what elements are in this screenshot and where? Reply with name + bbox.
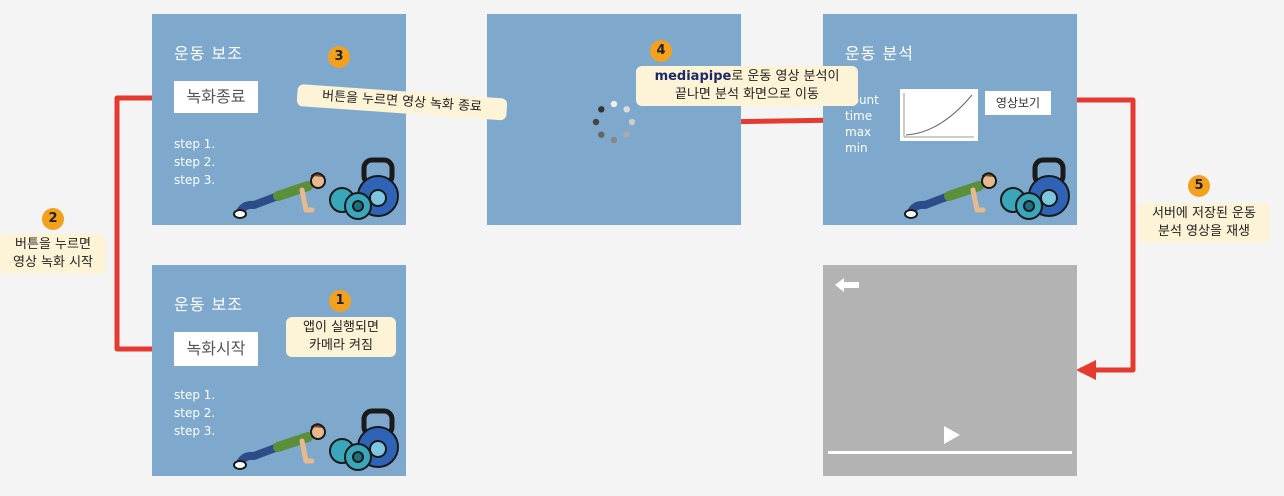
callout-line: 분석 영상을 재생	[1158, 224, 1250, 239]
back-arrow-icon[interactable]	[835, 278, 859, 292]
step-badge-4: 4	[650, 40, 672, 62]
step-item: step 1.	[174, 137, 216, 151]
watch-video-button[interactable]: 영상보기	[985, 91, 1051, 115]
callout-5: 서버에 저장된 운동 분석 영상을 재생	[1138, 203, 1270, 243]
dumbbell-kettlebell-icon	[329, 157, 399, 220]
callout-4: mediapipe로 운동 영상 분석이 끝나면 분석 화면으로 이동	[636, 66, 858, 106]
analysis-panel: 운동 분석 count time max min 영상보기	[823, 14, 1077, 225]
stat-time-label: time	[845, 109, 873, 123]
step-item: step 2.	[174, 155, 216, 169]
panel-title: 운동 보조	[174, 44, 243, 63]
step-item: step 1.	[174, 388, 216, 402]
play-icon[interactable]	[943, 426, 961, 444]
pushup-person-icon	[233, 423, 326, 470]
callout-1: 앱이 실행되면 카메라 켜짐	[286, 317, 396, 357]
steps-list: step 1. step 2. step 3.	[174, 386, 215, 440]
callout-line: 영상 녹화 시작	[12, 255, 94, 270]
steps-list: step 1. step 2. step 3.	[174, 135, 215, 189]
callout-line: 앱이 실행되면	[303, 320, 379, 335]
callout-bold-text: mediapipe	[654, 69, 732, 84]
analysis-graph-thumbnail	[900, 89, 978, 141]
record-start-button[interactable]: 녹화시작	[174, 332, 258, 366]
dumbbell-kettlebell-icon	[329, 408, 399, 471]
step-badge-5: 5	[1188, 175, 1210, 197]
step-item: step 3.	[174, 173, 216, 187]
dumbbell-kettlebell-icon	[1000, 157, 1070, 220]
callout-line: 카메라 켜짐	[309, 338, 373, 353]
callout-line: 로 운동 영상 분석이	[731, 69, 840, 84]
step-item: step 2.	[174, 406, 216, 420]
callout-line: 서버에 저장된 운동	[1152, 206, 1256, 221]
step-badge-3: 3	[328, 46, 350, 68]
video-player-panel	[823, 265, 1077, 476]
record-stop-button[interactable]: 녹화종료	[174, 81, 258, 113]
loading-spinner-icon	[592, 100, 636, 144]
video-progress-bar[interactable]	[828, 451, 1072, 454]
step-badge-2: 2	[42, 208, 64, 230]
callout-2: 버튼을 누르면 영상 녹화 시작	[0, 234, 106, 274]
assist-panel-recording: 운동 보조 녹화종료 step 1. step 2. step 3.	[152, 14, 406, 225]
stat-min-label: min	[845, 141, 868, 155]
pushup-person-icon	[904, 172, 997, 219]
loading-panel	[487, 14, 741, 225]
callout-line: 끝나면 분석 화면으로 이동	[675, 87, 819, 102]
panel-title: 운동 분석	[845, 44, 914, 63]
callout-line: 버튼을 누르면	[15, 237, 91, 252]
step-badge-1: 1	[329, 290, 351, 312]
pushup-person-icon	[233, 172, 326, 219]
panel-title: 운동 보조	[174, 295, 243, 314]
assist-panel-start: 운동 보조 녹화시작 step 1. step 2. step 3.	[152, 265, 406, 476]
stat-max-label: max	[845, 125, 872, 139]
step-item: step 3.	[174, 424, 216, 438]
